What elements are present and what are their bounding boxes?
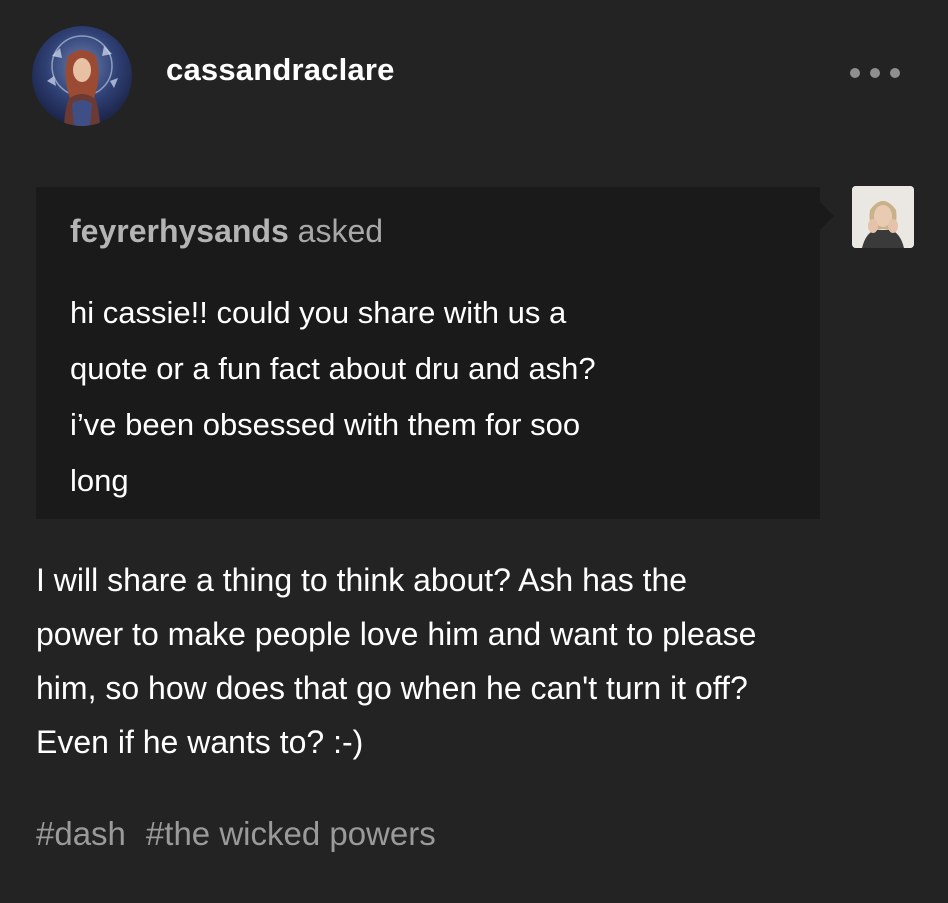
more-dot [850, 68, 860, 78]
answer-line: him, so how does that go when he can't t… [36, 670, 748, 706]
author-avatar-illustration [32, 26, 132, 126]
question-line: quote or a fun fact about dru and ash? [70, 351, 596, 386]
post-card: cassandraclare feyrerhysands asked hi ca… [0, 0, 948, 903]
ask-pointer [820, 202, 834, 230]
asker-username[interactable]: feyrerhysands [70, 213, 289, 249]
ask-question: hi cassie!! could you share with us a qu… [70, 285, 790, 509]
answer-line: I will share a thing to think about? Ash… [36, 562, 688, 598]
tag-dash[interactable]: #dash [36, 815, 126, 853]
question-line: i’ve been obsessed with them for soo [70, 407, 581, 442]
tag-list: #dash #the wicked powers [36, 815, 436, 853]
answer-line: Even if he wants to? :-) [36, 724, 364, 760]
question-line: hi cassie!! could you share with us a [70, 295, 567, 330]
author-avatar[interactable] [32, 26, 132, 126]
more-dot [890, 68, 900, 78]
more-dot [870, 68, 880, 78]
asker-line: feyrerhysands asked [70, 213, 383, 250]
answer-text: I will share a thing to think about? Ash… [36, 553, 916, 769]
asker-avatar-photo [852, 186, 914, 248]
tag-the-wicked-powers[interactable]: #the wicked powers [146, 815, 436, 853]
more-horizontal-icon[interactable] [850, 64, 900, 82]
asked-label: asked [297, 213, 384, 249]
question-line: long [70, 463, 129, 498]
author-username[interactable]: cassandraclare [166, 52, 395, 88]
answer-line: power to make people love him and want t… [36, 616, 757, 652]
asker-avatar[interactable] [852, 186, 914, 248]
